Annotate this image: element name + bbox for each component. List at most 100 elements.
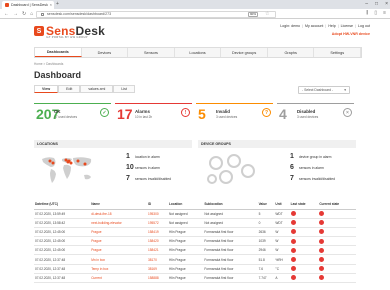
tab-view[interactable]: View bbox=[34, 85, 59, 93]
table-cell: Not assigned bbox=[203, 209, 258, 219]
table-cell: Formanská first floor bbox=[203, 273, 258, 284]
column-header[interactable]: Value bbox=[257, 200, 275, 210]
menu-dashboards[interactable]: Dashboards bbox=[35, 48, 82, 57]
home-icon[interactable]: ⌂ bbox=[30, 11, 33, 17]
column-header[interactable]: Sublocation bbox=[203, 200, 258, 210]
menu-settings[interactable]: Settings bbox=[314, 48, 362, 57]
status-label: Disabled bbox=[297, 109, 316, 114]
table-cell: Formanská first floor bbox=[203, 236, 258, 247]
url-input[interactable]: sensdesk.com/sensdesk/dashboard/273 bbox=[36, 10, 276, 18]
last-state-cell bbox=[289, 273, 319, 284]
table-cell[interactable]: 38169 bbox=[146, 264, 168, 274]
table-row[interactable]: 07.02.2020, 12:37:48 Current 158888 Hlin Pr… bbox=[34, 273, 356, 284]
close-window-icon[interactable]: × bbox=[385, 1, 388, 7]
last-state-cell bbox=[289, 236, 319, 247]
logout-link[interactable]: Log out bbox=[358, 24, 370, 28]
column-header[interactable]: Location bbox=[167, 200, 204, 210]
table-cell: 2636 bbox=[257, 227, 275, 238]
table-cell[interactable]: 158421 bbox=[146, 245, 168, 256]
table-cell: A bbox=[274, 273, 290, 284]
table-cell[interactable]: Current bbox=[90, 273, 147, 284]
column-header[interactable]: Unit bbox=[274, 200, 290, 210]
tab-values-xml[interactable]: values.xml bbox=[80, 85, 114, 93]
menu-sensors[interactable]: Sensors bbox=[128, 48, 175, 57]
table-cell[interactable]: next-building-elevator bbox=[90, 218, 147, 228]
table-cell[interactable]: Temp in box bbox=[90, 264, 147, 274]
column-header[interactable]: Current state bbox=[318, 200, 356, 210]
table-row[interactable]: 07.02.2020, 12:45:00 Prague 158419 Hlin Pra… bbox=[34, 227, 356, 238]
back-icon[interactable]: ← bbox=[4, 11, 9, 17]
adopt-device-link[interactable]: Adopt HW-VNR device bbox=[332, 32, 370, 36]
new-tab-icon[interactable]: + bbox=[56, 1, 59, 7]
help-link[interactable]: Help bbox=[328, 24, 335, 28]
table-row[interactable]: 07.02.2020, 13:58:42 next-building-elevat… bbox=[34, 218, 356, 228]
groups-stat-row[interactable]: 1 device group in alarm bbox=[290, 153, 331, 160]
table-cell: 07.02.2020, 12:37:48 bbox=[34, 254, 91, 265]
locations-stat-row[interactable]: 10 sensors in alarm bbox=[126, 164, 160, 171]
current-state-cell bbox=[318, 245, 356, 256]
table-cell: Hlin Prague bbox=[167, 264, 204, 274]
state-dot-icon bbox=[290, 229, 296, 235]
table-cell[interactable]: 158419 bbox=[146, 227, 168, 238]
locations-stat-row[interactable]: 1 location in alarm bbox=[126, 153, 160, 160]
world-map-icon[interactable] bbox=[38, 153, 96, 187]
current-state-cell bbox=[318, 264, 356, 274]
table-cell[interactable]: Prague bbox=[90, 245, 147, 256]
column-header[interactable]: Name bbox=[90, 200, 147, 210]
groups-stat-row[interactable]: 7 sensors invalid/disabled bbox=[290, 175, 335, 182]
my-account-link[interactable]: My account bbox=[305, 24, 323, 28]
groups-stat-row[interactable]: 6 sensors in alarm bbox=[290, 164, 324, 171]
menu-locations[interactable]: Locations bbox=[175, 48, 222, 57]
breadcrumb[interactable]: Home > Dashboards bbox=[34, 62, 63, 66]
table-cell: Hlin Prague bbox=[167, 254, 204, 265]
last-state-cell bbox=[289, 218, 319, 228]
table-cell[interactable]: Mn in box bbox=[90, 254, 147, 265]
library-icon[interactable]: ⫼ bbox=[366, 10, 368, 16]
table-row[interactable]: 07.02.2020, 12:45:00 Prague 158420 Hlin Pra… bbox=[34, 236, 356, 247]
sidebar-icon[interactable]: ▯ bbox=[374, 10, 377, 16]
column-header[interactable]: ID bbox=[146, 200, 168, 210]
status-box-alarms[interactable]: 17 Alarms 10 in last 2h! bbox=[115, 103, 192, 131]
table-cell[interactable]: 158420 bbox=[146, 236, 168, 247]
minimize-icon[interactable]: – bbox=[365, 1, 368, 7]
forward-icon[interactable]: → bbox=[13, 11, 18, 17]
table-cell: Formanská first floor bbox=[203, 254, 258, 265]
favicon-icon bbox=[5, 3, 9, 7]
tab-list[interactable]: List bbox=[113, 85, 135, 93]
menu-graphs[interactable]: Graphs bbox=[268, 48, 315, 57]
state-dot-icon bbox=[290, 257, 296, 263]
menu-device-groups[interactable]: Device groups bbox=[221, 48, 268, 57]
close-tab-icon[interactable]: × bbox=[50, 2, 52, 7]
table-row[interactable]: 07.02.2020, 12:45:00 Prague 158421 Hlin Pra… bbox=[34, 245, 356, 256]
table-cell[interactable]: 158888 bbox=[146, 273, 168, 284]
table-row[interactable]: 07.02.2020, 12:37:48 Mn in box 38170 Hlin P… bbox=[34, 254, 356, 265]
device-groups-icon[interactable] bbox=[204, 153, 258, 187]
license-link[interactable]: License bbox=[341, 24, 353, 28]
status-box-ok[interactable]: 207 OK 17 used devices ✓ bbox=[34, 103, 111, 131]
table-cell[interactable]: dl-desk-fire-18 bbox=[90, 209, 147, 219]
table-cell[interactable]: Prague bbox=[90, 227, 147, 238]
menu-icon[interactable]: ≡ bbox=[383, 10, 386, 16]
state-dot-icon bbox=[290, 220, 296, 226]
menu-devices[interactable]: Devices bbox=[82, 48, 129, 57]
status-box-disabled[interactable]: 4 Disabled 3 used devices × bbox=[277, 103, 354, 131]
table-row[interactable]: 07.02.2020, 12:37:48 Temp in box 38169 Hlin… bbox=[34, 264, 356, 274]
column-header[interactable]: Datetime (UTC) bbox=[34, 200, 91, 210]
table-cell[interactable]: 195572 bbox=[146, 218, 168, 228]
table-cell[interactable]: 38170 bbox=[146, 254, 168, 265]
table-cell[interactable]: Prague bbox=[90, 236, 147, 247]
browser-tab[interactable]: Dashboard | SensDesk × bbox=[2, 1, 54, 9]
table-cell[interactable]: 195300 bbox=[146, 209, 168, 219]
table-row[interactable]: 07.02.2020, 13:59:49 dl-desk-fire-18 19530… bbox=[34, 209, 356, 219]
question-icon: ? bbox=[262, 108, 271, 117]
status-count: 5 bbox=[198, 106, 206, 122]
zoom-indicator[interactable]: 90% bbox=[248, 11, 258, 17]
column-header[interactable]: Last state bbox=[289, 200, 319, 210]
select-dashboard-dropdown[interactable]: - Select Dashboard - ▾ bbox=[298, 86, 350, 94]
maximize-icon[interactable]: □ bbox=[375, 1, 378, 7]
bookmark-star-icon[interactable]: ☆ bbox=[265, 11, 269, 17]
status-box-invalid[interactable]: 5 Invalid 3 used devices? bbox=[196, 103, 273, 131]
tab-edit[interactable]: Edit bbox=[58, 85, 81, 93]
reload-icon[interactable]: ↻ bbox=[22, 11, 26, 17]
locations-stat-row[interactable]: 7 sensors invalid/disabled bbox=[126, 175, 171, 182]
